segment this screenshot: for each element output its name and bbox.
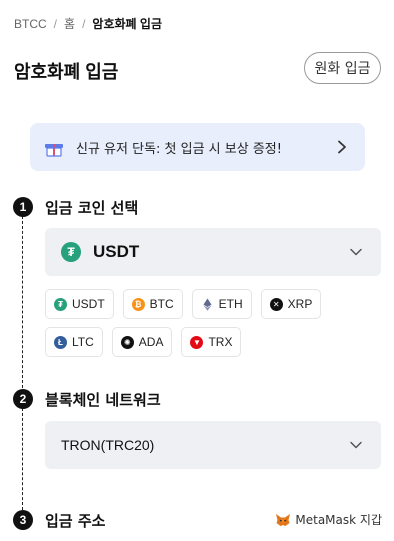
coin-chip-usdt[interactable]: ₮ USDT (45, 289, 114, 319)
chip-label: ADA (138, 335, 164, 349)
step-title-network: 블록체인 네트워크 (45, 391, 161, 409)
usdt-icon: ₮ (61, 242, 81, 262)
promo-text: 신규 유저 단독: 첫 입금 시 보상 증정! (76, 141, 282, 157)
coin-chip-ada[interactable]: ✺ ADA (111, 327, 173, 357)
gift-icon (45, 144, 63, 157)
coin-select-value: USDT (93, 242, 140, 261)
step-title-coin: 입금 코인 선택 (45, 199, 139, 217)
fiat-deposit-button[interactable]: 원화 입금 (304, 52, 381, 84)
step-number-1: 1 (13, 197, 33, 217)
breadcrumb-separator: / (82, 16, 86, 31)
eth-icon (203, 298, 212, 311)
ltc-icon: Ł (54, 335, 67, 349)
breadcrumb: BTCC / 홈 / 암호화폐 입금 (14, 15, 162, 32)
breadcrumb-item-btcc[interactable]: BTCC (14, 17, 47, 31)
promo-banner[interactable]: 신규 유저 단독: 첫 입금 시 보상 증정! (30, 123, 365, 171)
chevron-right-icon (338, 140, 346, 154)
network-select-value: TRON(TRC20) (61, 437, 155, 453)
chevron-down-icon (350, 441, 362, 449)
coin-chip-list: ₮ USDT ₿ BTC ETH ✕ XRP Ł LTC ✺ ADA ▼ TRX (45, 289, 385, 357)
network-select-dropdown[interactable]: TRON(TRC20) (45, 421, 381, 469)
breadcrumb-item-current: 암호화폐 입금 (92, 17, 162, 31)
step-title-address: 입금 주소 (45, 512, 106, 530)
metamask-wallet-link[interactable]: MetaMask 지갑 (275, 511, 382, 528)
chip-label: USDT (72, 297, 105, 311)
chip-label: ETH (218, 297, 243, 311)
xrp-icon: ✕ (269, 297, 283, 311)
step-connector-line (22, 216, 23, 388)
coin-chip-trx[interactable]: ▼ TRX (181, 327, 242, 357)
step-connector-line (22, 408, 23, 510)
breadcrumb-separator: / (53, 16, 58, 31)
coin-chip-eth[interactable]: ETH (191, 289, 252, 319)
metamask-label: MetaMask 지갑 (295, 513, 382, 527)
chip-label: XRP (287, 297, 313, 311)
coin-chip-xrp[interactable]: ✕ XRP (260, 289, 322, 319)
chip-label: TRX (208, 335, 233, 349)
coin-select-dropdown[interactable]: ₮ USDT (45, 228, 381, 276)
usdt-icon: ₮ (54, 297, 67, 311)
page-title: 암호화폐 입금 (14, 62, 119, 82)
step-number-3: 3 (13, 510, 33, 530)
chip-label: LTC (72, 335, 94, 349)
breadcrumb-item-home[interactable]: 홈 (64, 15, 75, 32)
ada-icon: ✺ (120, 335, 134, 349)
metamask-fox-icon (276, 513, 291, 526)
chevron-down-icon (350, 248, 362, 256)
coin-chip-btc[interactable]: ₿ BTC (122, 289, 183, 319)
chip-label: BTC (149, 297, 174, 311)
coin-chip-ltc[interactable]: Ł LTC (45, 327, 103, 357)
trx-icon: ▼ (190, 335, 204, 349)
btc-icon: ₿ (131, 297, 145, 311)
step-number-2: 2 (13, 389, 33, 409)
